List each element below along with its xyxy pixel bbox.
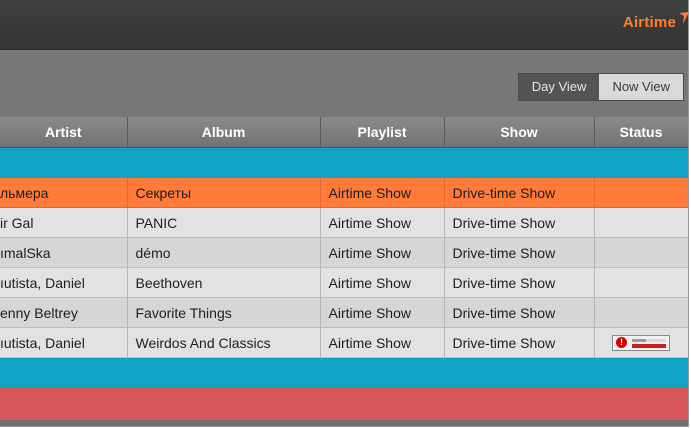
table-row[interactable]: ıutista, Daniel Beethoven Airtime Show D… bbox=[0, 267, 688, 298]
playlist-cell: Airtime Show bbox=[320, 207, 445, 238]
table-row[interactable]: льмера Секреты Airtime Show Drive-time S… bbox=[0, 177, 688, 208]
status-cell: ! bbox=[594, 327, 688, 358]
status-cell bbox=[594, 267, 688, 298]
airtime-logo-icon bbox=[679, 12, 688, 24]
now-view-button[interactable]: Now View bbox=[599, 74, 683, 100]
column-header-album[interactable]: Album bbox=[127, 117, 321, 148]
top-bar: Airtime bbox=[0, 0, 688, 50]
show-cell: Drive-time Show bbox=[444, 327, 595, 358]
show-cell: Drive-time Show bbox=[444, 267, 595, 298]
day-view-button[interactable]: Day View bbox=[518, 74, 600, 100]
album-cell: PANIC bbox=[127, 207, 321, 238]
playlist-cell: Airtime Show bbox=[320, 177, 445, 208]
toolbar: Day View Now View bbox=[0, 50, 688, 117]
album-cell: démo bbox=[127, 237, 321, 268]
show-separator-row bbox=[0, 147, 688, 178]
schedule-gap-row bbox=[0, 387, 688, 420]
table-header-row: Artist Album Playlist Show Status bbox=[0, 117, 688, 148]
playlist-cell: Airtime Show bbox=[320, 327, 445, 358]
bottom-strip bbox=[0, 422, 688, 426]
status-cell bbox=[594, 177, 688, 208]
playlist-cell: Airtime Show bbox=[320, 297, 445, 328]
show-cell: Drive-time Show bbox=[444, 207, 595, 238]
status-cell bbox=[594, 237, 688, 268]
album-cell: Weirdos And Classics bbox=[127, 327, 321, 358]
album-cell: Beethoven bbox=[127, 267, 321, 298]
playlist-cell: Airtime Show bbox=[320, 237, 445, 268]
artist-cell: ıutista, Daniel bbox=[0, 267, 128, 298]
column-header-status[interactable]: Status bbox=[594, 117, 688, 148]
brand-name: Airtime bbox=[622, 14, 676, 31]
artist-cell: ir Gal bbox=[0, 207, 128, 238]
column-header-show[interactable]: Show bbox=[444, 117, 595, 148]
column-header-playlist[interactable]: Playlist bbox=[320, 117, 445, 148]
status-cell bbox=[594, 297, 688, 328]
status-cell bbox=[594, 207, 688, 238]
show-cell: Drive-time Show bbox=[444, 237, 595, 268]
artist-cell: ımalSka bbox=[0, 237, 128, 268]
table-row[interactable]: ıutista, Daniel Weirdos And Classics Air… bbox=[0, 327, 688, 358]
table-row[interactable]: enny Beltrey Favorite Things Airtime Sho… bbox=[0, 297, 688, 328]
app-frame: Airtime Day View Now View Artist Album P… bbox=[0, 0, 689, 427]
artist-cell: enny Beltrey bbox=[0, 297, 128, 328]
table-row[interactable]: ir Gal PANIC Airtime Show Drive-time Sho… bbox=[0, 207, 688, 238]
brand-logo: Airtime bbox=[622, 12, 688, 31]
artist-cell: ıutista, Daniel bbox=[0, 327, 128, 358]
show-separator-row bbox=[0, 357, 688, 388]
album-cell: Секреты bbox=[127, 177, 321, 208]
album-cell: Favorite Things bbox=[127, 297, 321, 328]
schedule-table: Artist Album Playlist Show Status льмера… bbox=[0, 117, 688, 420]
show-cell: Drive-time Show bbox=[444, 177, 595, 208]
status-progress-indicator[interactable]: ! bbox=[612, 335, 670, 352]
show-cell: Drive-time Show bbox=[444, 297, 595, 328]
playlist-cell: Airtime Show bbox=[320, 267, 445, 298]
column-header-artist[interactable]: Artist bbox=[0, 117, 128, 148]
artist-cell: льмера bbox=[0, 177, 128, 208]
warning-icon: ! bbox=[616, 337, 627, 349]
table-row[interactable]: ımalSka démo Airtime Show Drive-time Sho… bbox=[0, 237, 688, 268]
view-toggle: Day View Now View bbox=[517, 73, 684, 101]
